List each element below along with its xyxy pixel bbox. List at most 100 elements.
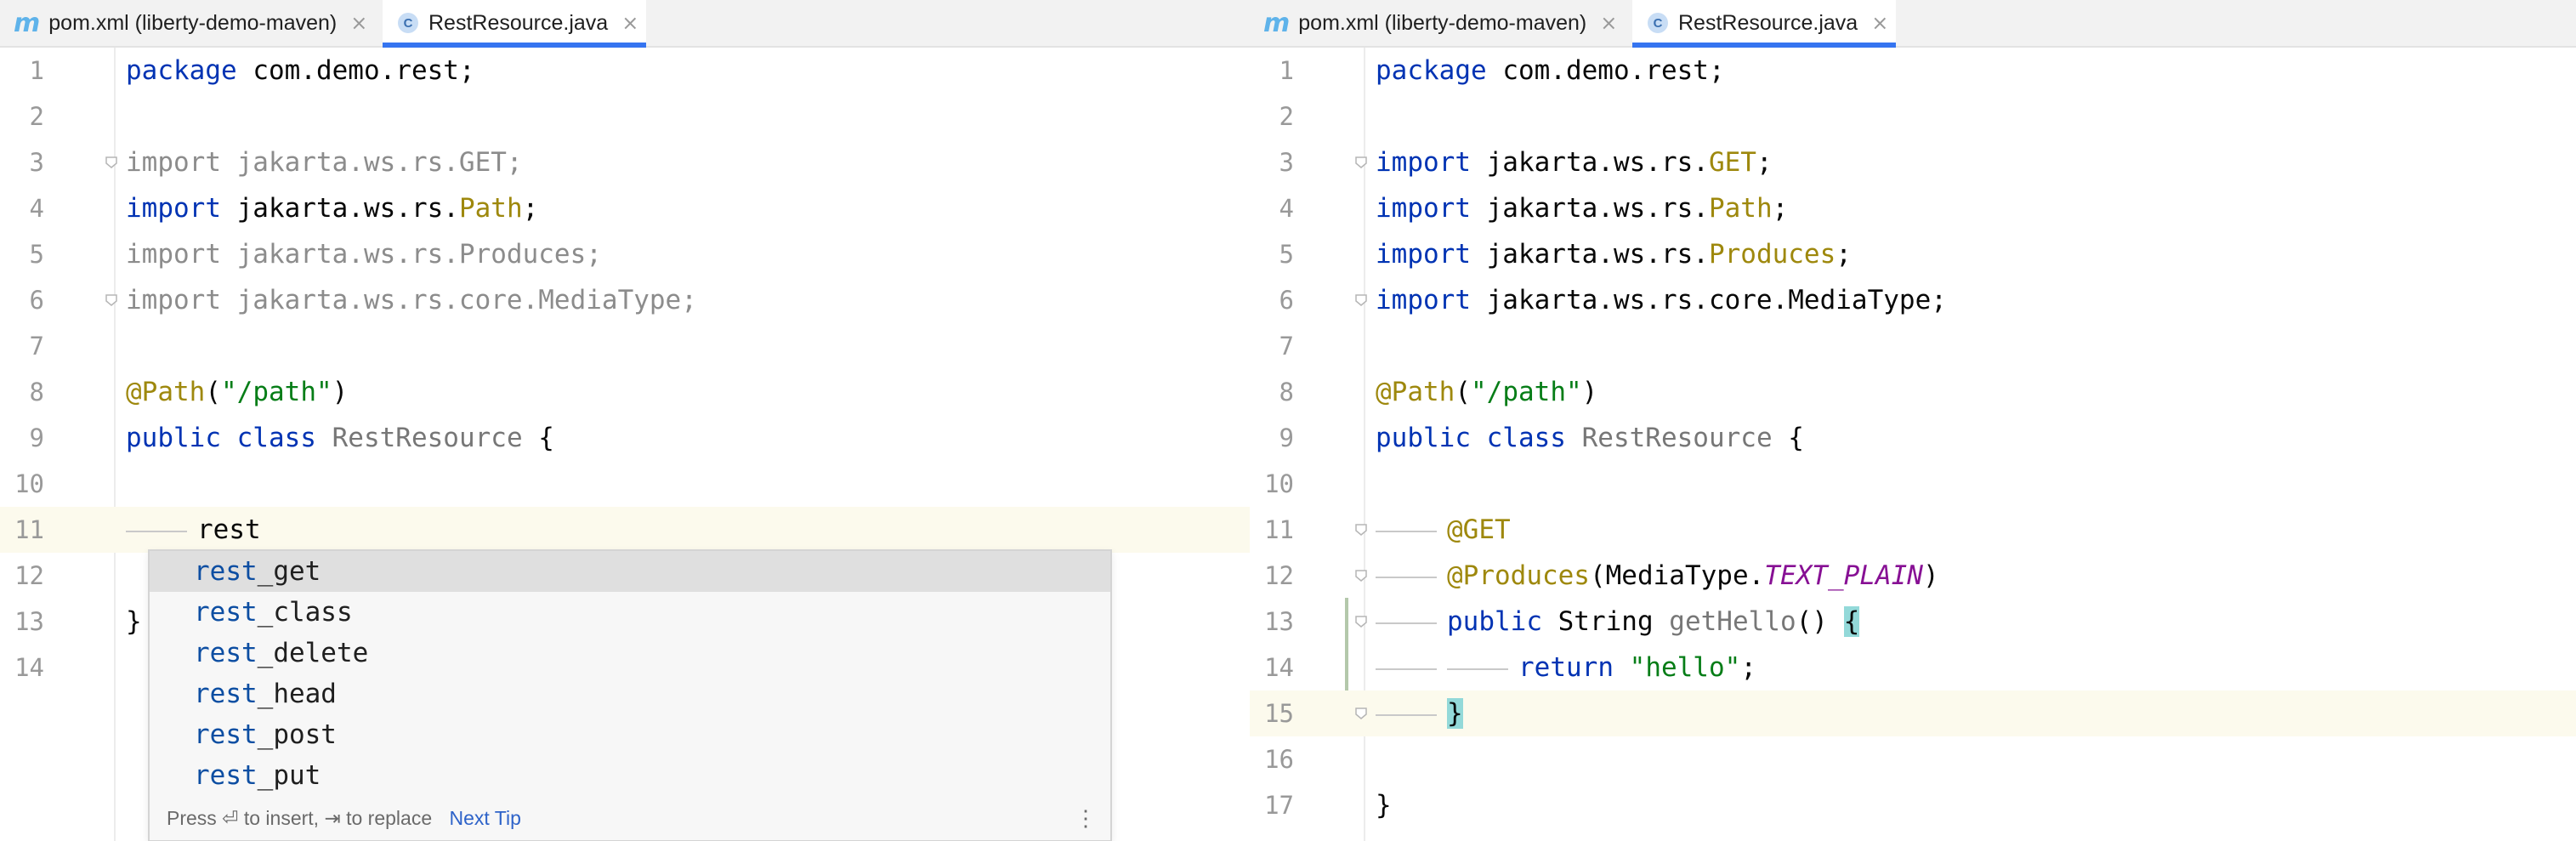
code-text: package com.demo.rest; bbox=[126, 48, 475, 94]
code-line[interactable]: 5 import jakarta.ws.rs.Produces; bbox=[1250, 231, 2576, 277]
line-number[interactable]: 10 bbox=[1250, 461, 1294, 507]
line-number[interactable]: 16 bbox=[1250, 736, 1294, 782]
line-number[interactable]: 12 bbox=[1250, 553, 1294, 599]
indent-guide bbox=[1447, 668, 1508, 670]
code-line[interactable]: 9 public class RestResource { bbox=[1250, 415, 2576, 461]
code-line[interactable]: 8 @Path("/path") bbox=[0, 369, 1250, 415]
completion-item[interactable]: rest_get bbox=[150, 551, 1110, 592]
code-line[interactable]: 7 bbox=[1250, 323, 2576, 369]
line-number[interactable]: 1 bbox=[0, 48, 44, 94]
code-line[interactable]: 5 import jakarta.ws.rs.Produces; bbox=[0, 231, 1250, 277]
line-number[interactable]: 3 bbox=[1250, 139, 1294, 185]
code-line[interactable]: 10 bbox=[1250, 461, 2576, 507]
line-number[interactable]: 8 bbox=[0, 369, 44, 415]
fold-icon[interactable] bbox=[104, 293, 119, 308]
code-line[interactable]: 8 @Path("/path") bbox=[1250, 369, 2576, 415]
code-token: { bbox=[1843, 606, 1860, 637]
code-line[interactable]: 12 @Produces(MediaType.TEXT_PLAIN) bbox=[1250, 553, 2576, 599]
code-line[interactable]: 4 import jakarta.ws.rs.Path; bbox=[1250, 185, 2576, 231]
code-line[interactable]: 2 bbox=[1250, 94, 2576, 139]
code-line[interactable]: 13 public String getHello() { bbox=[1250, 599, 2576, 645]
code-token: } bbox=[126, 606, 142, 637]
code-line[interactable]: 2 bbox=[0, 94, 1250, 139]
completion-item[interactable]: rest_head bbox=[150, 673, 1110, 714]
close-icon[interactable]: × bbox=[350, 11, 367, 35]
code-line[interactable]: 11 rest bbox=[0, 507, 1250, 553]
code-line[interactable]: 16 bbox=[1250, 736, 2576, 782]
line-number[interactable]: 15 bbox=[1250, 690, 1294, 736]
code-line[interactable]: 1 package com.demo.rest; bbox=[0, 48, 1250, 94]
code-token: jakarta.ws.rs. bbox=[220, 193, 459, 224]
code-line[interactable]: 6 import jakarta.ws.rs.core.MediaType; bbox=[0, 277, 1250, 323]
tab-pom-xml[interactable]: m pom.xml (liberty-demo-maven) × bbox=[1263, 0, 1629, 46]
more-options-icon[interactable]: ⋮ bbox=[1075, 796, 1097, 840]
fold-icon[interactable] bbox=[1353, 706, 1369, 721]
completion-item[interactable]: rest_delete bbox=[150, 633, 1110, 673]
line-number[interactable]: 6 bbox=[0, 277, 44, 323]
line-number[interactable]: 17 bbox=[1250, 782, 1294, 828]
fold-icon[interactable] bbox=[1353, 293, 1369, 308]
code-token: jakarta.ws.rs.core.MediaType; bbox=[1470, 285, 1947, 315]
code-line[interactable]: 3 import jakarta.ws.rs.GET; bbox=[1250, 139, 2576, 185]
completion-item[interactable]: rest_put bbox=[150, 755, 1110, 796]
completion-item[interactable]: rest_class bbox=[150, 592, 1110, 633]
line-number[interactable]: 2 bbox=[1250, 94, 1294, 139]
code-token: import jakarta.ws.rs.GET; bbox=[126, 147, 523, 178]
line-number[interactable]: 13 bbox=[0, 599, 44, 645]
code-token: "/path" bbox=[1471, 377, 1582, 407]
line-number[interactable]: 3 bbox=[0, 139, 44, 185]
code-token: public bbox=[1447, 606, 1542, 637]
line-number[interactable]: 11 bbox=[0, 507, 44, 553]
code-token: import bbox=[1376, 193, 1471, 224]
code-line[interactable]: 1 package com.demo.rest; bbox=[1250, 48, 2576, 94]
line-number[interactable]: 9 bbox=[0, 415, 44, 461]
indent-guide bbox=[126, 530, 187, 532]
fold-icon[interactable] bbox=[1353, 155, 1369, 170]
code-line[interactable]: 15} bbox=[1250, 690, 2576, 736]
left-tab-bar: m pom.xml (liberty-demo-maven) × C RestR… bbox=[0, 0, 1250, 48]
line-number[interactable]: 4 bbox=[1250, 185, 1294, 231]
code-token: rest bbox=[197, 514, 261, 545]
code-line[interactable]: 3 import jakarta.ws.rs.GET; bbox=[0, 139, 1250, 185]
maven-icon: m bbox=[1263, 8, 1291, 38]
line-number[interactable]: 6 bbox=[1250, 277, 1294, 323]
tab-restresource-java[interactable]: C RestResource.java × bbox=[1632, 0, 1896, 48]
code-line[interactable]: 4 import jakarta.ws.rs.Path; bbox=[0, 185, 1250, 231]
close-icon[interactable]: × bbox=[621, 11, 638, 35]
line-number[interactable]: 1 bbox=[1250, 48, 1294, 94]
completion-match: rest bbox=[194, 556, 258, 587]
line-number[interactable]: 5 bbox=[0, 231, 44, 277]
close-icon[interactable]: × bbox=[1600, 11, 1617, 35]
code-line[interactable]: 7 bbox=[0, 323, 1250, 369]
line-number[interactable]: 9 bbox=[1250, 415, 1294, 461]
line-number[interactable]: 10 bbox=[0, 461, 44, 507]
code-line[interactable]: 9 public class RestResource { bbox=[0, 415, 1250, 461]
code-line[interactable]: 17} bbox=[1250, 782, 2576, 828]
tab-restresource-java[interactable]: C RestResource.java × bbox=[383, 0, 646, 48]
tab-pom-xml[interactable]: m pom.xml (liberty-demo-maven) × bbox=[14, 0, 379, 46]
code-line[interactable]: 11 @GET bbox=[1250, 507, 2576, 553]
close-icon[interactable]: × bbox=[1871, 11, 1888, 35]
line-number[interactable]: 14 bbox=[1250, 645, 1294, 690]
line-number[interactable]: 12 bbox=[0, 553, 44, 599]
fold-icon[interactable] bbox=[1353, 522, 1369, 537]
completion-item[interactable]: rest_post bbox=[150, 714, 1110, 755]
fold-icon[interactable] bbox=[1353, 568, 1369, 583]
code-token: ) bbox=[332, 377, 349, 407]
line-number[interactable]: 13 bbox=[1250, 599, 1294, 645]
code-line[interactable]: 6 import jakarta.ws.rs.core.MediaType; bbox=[1250, 277, 2576, 323]
line-number[interactable]: 2 bbox=[0, 94, 44, 139]
line-number[interactable]: 8 bbox=[1250, 369, 1294, 415]
fold-icon[interactable] bbox=[104, 155, 119, 170]
line-number[interactable]: 14 bbox=[0, 645, 44, 690]
code-line[interactable]: 10 bbox=[0, 461, 1250, 507]
next-tip-link[interactable]: Next Tip bbox=[450, 807, 521, 829]
line-number[interactable]: 11 bbox=[1250, 507, 1294, 553]
fold-icon[interactable] bbox=[1353, 614, 1369, 629]
line-number[interactable]: 5 bbox=[1250, 231, 1294, 277]
code-token: com.demo.rest; bbox=[1486, 55, 1725, 86]
line-number[interactable]: 7 bbox=[1250, 323, 1294, 369]
line-number[interactable]: 7 bbox=[0, 323, 44, 369]
line-number[interactable]: 4 bbox=[0, 185, 44, 231]
code-line[interactable]: 14 return "hello"; bbox=[1250, 645, 2576, 690]
